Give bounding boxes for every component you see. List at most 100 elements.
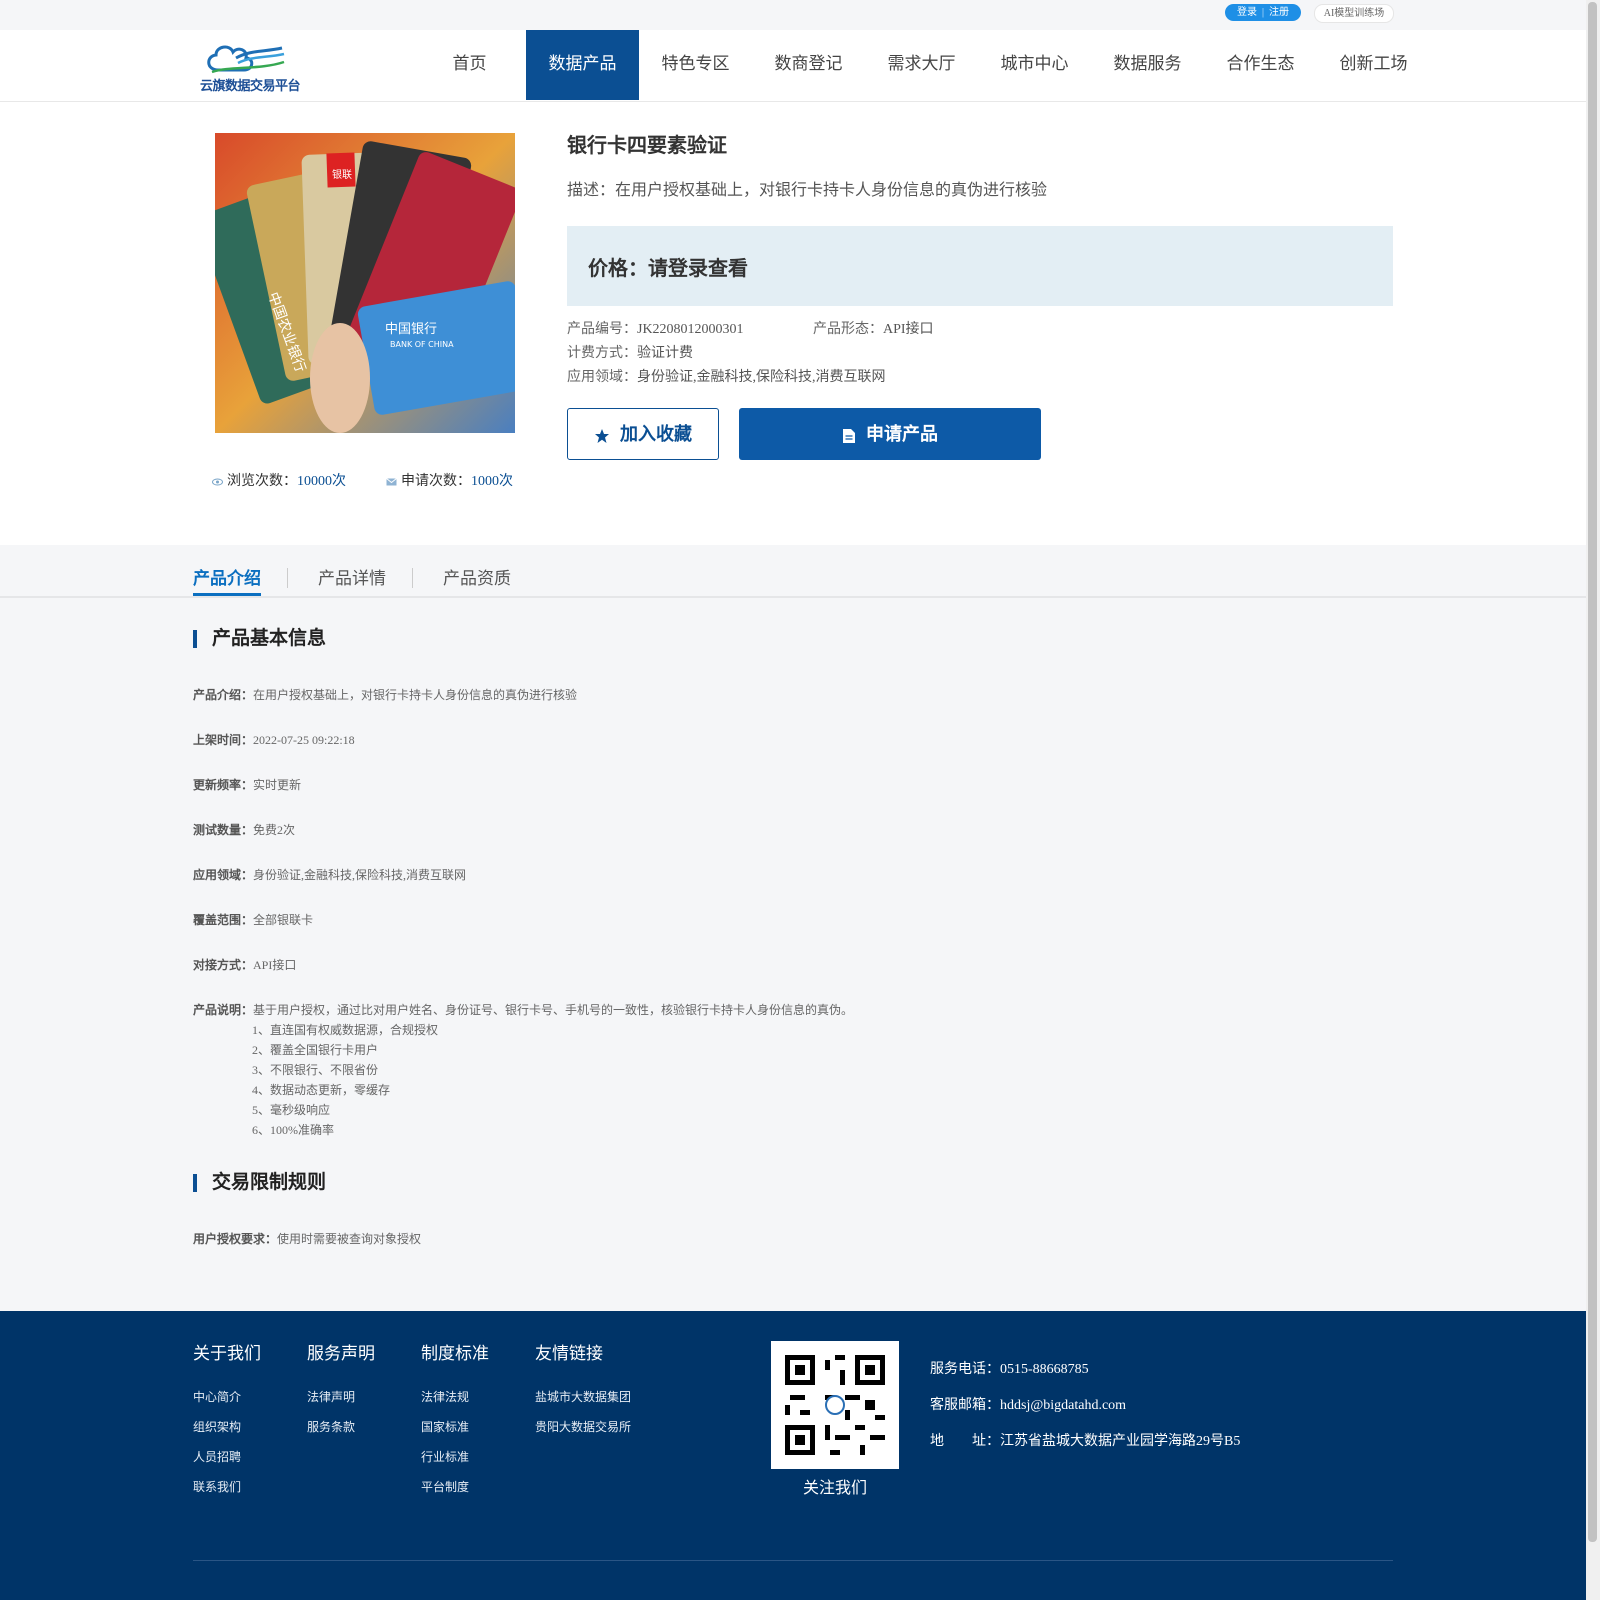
top-utility-bar: 登录 | 注册 AI模型训练场 [0, 0, 1586, 30]
page-scrollbar[interactable] [1586, 0, 1600, 1600]
tab-details[interactable]: 产品详情 [318, 564, 386, 589]
footer-link[interactable]: 法律法规 [421, 1388, 469, 1405]
contact-phone: 服务电话：0515-88668785 [930, 1358, 1089, 1378]
nav-merchant-registration[interactable]: 数商登记 [752, 30, 865, 100]
tab-qualifications[interactable]: 产品资质 [443, 564, 511, 589]
eye-icon [212, 478, 223, 486]
footer-link[interactable]: 服务条款 [307, 1418, 355, 1435]
login-link[interactable]: 登录 [1237, 7, 1257, 18]
nav-data-products[interactable]: 数据产品 [526, 30, 639, 100]
footer-heading-standards: 制度标准 [421, 1344, 489, 1363]
price-box: 价格：请登录查看 [567, 226, 1393, 306]
nav-data-services[interactable]: 数据服务 [1091, 30, 1204, 100]
basic-info-title: 产品基本信息 [193, 629, 326, 648]
tab-divider [287, 568, 288, 588]
separator: | [1261, 7, 1264, 18]
ai-training-link[interactable]: AI模型训练场 [1314, 4, 1394, 23]
footer-link[interactable]: 行业标准 [421, 1448, 469, 1465]
footer-link[interactable]: 组织架构 [193, 1418, 241, 1435]
footer-link[interactable]: 平台制度 [421, 1478, 469, 1495]
product-code-value: JK2208012000301 [637, 322, 744, 337]
info-value: 全部银联卡 [253, 913, 314, 927]
product-code: 产品编号：JK2208012000301 [567, 318, 744, 338]
apply-product-label: 申请产品 [866, 424, 938, 444]
field-label: 应用领域： [567, 370, 637, 385]
phone-value: 0515-88668785 [1000, 1362, 1089, 1377]
feature-item: 2、覆盖全国银行卡用户 [252, 1043, 379, 1057]
card-text-boc-en: BANK OF CHINA [390, 340, 454, 349]
footer-heading-about: 关于我们 [193, 1344, 261, 1363]
site-footer: 关于我们 中心简介 组织架构 人员招聘 联系我们 服务声明 法律声明 服务条款 … [0, 1311, 1586, 1600]
info-row: 上架时间：2022-07-25 09:22:18 [193, 731, 355, 748]
contact-email: 客服邮箱：hddsj@bigdatahd.com [930, 1394, 1126, 1414]
footer-link[interactable]: 中心简介 [193, 1388, 241, 1405]
tab-divider [412, 568, 413, 588]
scrollbar-thumb[interactable] [1588, 2, 1597, 1542]
info-key: 上架时间： [193, 733, 254, 747]
contact-address: 地 址：江苏省盐城大数据产业园学海路29号B5 [930, 1430, 1240, 1450]
nav-featured[interactable]: 特色专区 [639, 30, 752, 100]
apply-product-button[interactable]: 申请产品 [739, 408, 1041, 460]
nav-innovation[interactable]: 创新工场 [1317, 30, 1430, 100]
address-label: 地 址： [930, 1434, 1000, 1449]
product-code-label: 产品编号： [567, 322, 637, 337]
envelope-icon [386, 477, 397, 486]
footer-divider [193, 1560, 1393, 1561]
qr-code-icon [780, 1350, 890, 1460]
main-nav: 首页 数据产品 特色专区 数商登记 需求大厅 城市中心 数据服务 合作生态 创新… [413, 30, 1430, 100]
footer-link[interactable]: 盐城市大数据集团 [535, 1388, 631, 1405]
feature-item: 6、100%准确率 [252, 1123, 334, 1137]
nav-city-center[interactable]: 城市中心 [978, 30, 1091, 100]
product-description: 描述：在用户授权基础上，对银行卡持卡人身份信息的真伪进行核验 [567, 182, 1048, 199]
rule-key: 用户授权要求： [193, 1232, 278, 1246]
email-value[interactable]: hddsj@bigdatahd.com [1000, 1398, 1126, 1413]
tab-intro[interactable]: 产品介绍 [193, 564, 261, 596]
nav-home[interactable]: 首页 [413, 30, 526, 100]
site-logo[interactable]: 云旗数据交易平台 [200, 40, 301, 93]
nav-ecosystem[interactable]: 合作生态 [1204, 30, 1317, 100]
footer-link[interactable]: 贵阳大数据交易所 [535, 1418, 631, 1435]
footer-link[interactable]: 国家标准 [421, 1418, 469, 1435]
product-form-value: API接口 [883, 322, 934, 337]
views-stat: 浏览次数：10000次 [212, 470, 346, 490]
add-favorite-label: 加入收藏 [620, 424, 692, 444]
info-key: 覆盖范围： [193, 913, 254, 927]
billing-method: 计费方式：验证计费 [567, 342, 693, 362]
phone-label: 服务电话： [930, 1362, 1000, 1377]
info-row: 更新频率：实时更新 [193, 776, 301, 793]
feature-item: 4、数据动态更新，零缓存 [252, 1083, 391, 1097]
rule-row: 用户授权要求：使用时需要被查询对象授权 [193, 1230, 421, 1247]
info-row: 产品说明：基于用户授权，通过比对用户姓名、身份证号、银行卡号、手机号的一致性，核… [193, 1001, 853, 1018]
trade-rules-title: 交易限制规则 [193, 1173, 326, 1192]
applies-value: 1000次 [471, 474, 513, 489]
bank-cards-photo: 中国银行 BANK OF CHINA 中国农业银行 银联 [215, 133, 515, 433]
product-title: 银行卡四要素验证 [567, 135, 727, 157]
address-value: 江苏省盐城大数据产业园学海路29号B5 [1000, 1434, 1241, 1449]
add-favorite-button[interactable]: 加入收藏 [567, 408, 719, 460]
info-value: 实时更新 [253, 778, 302, 792]
info-value: 2022-07-25 09:22:18 [253, 733, 355, 747]
info-value: 身份验证,金融科技,保险科技,消费互联网 [253, 868, 467, 882]
feature-item: 5、毫秒级响应 [252, 1103, 331, 1117]
feature-item: 1、直连国有权威数据源，合规授权 [252, 1023, 439, 1037]
info-value: 免费2次 [253, 823, 296, 837]
footer-link[interactable]: 法律声明 [307, 1388, 355, 1405]
card-text-boc: 中国银行 [385, 322, 437, 337]
application-field: 应用领域：身份验证,金融科技,保险科技,消费互联网 [567, 366, 886, 386]
info-value: 在用户授权基础上，对银行卡持卡人身份信息的真伪进行核验 [253, 688, 578, 702]
product-form: 产品形态：API接口 [813, 318, 934, 338]
register-link[interactable]: 注册 [1269, 7, 1289, 18]
product-tabs: 产品介绍 产品详情 产品资质 [0, 546, 1586, 598]
info-key: 更新频率： [193, 778, 254, 792]
info-row: 覆盖范围：全部银联卡 [193, 911, 313, 928]
billing-value: 验证计费 [637, 346, 693, 361]
info-key: 测试数量： [193, 823, 254, 837]
info-row: 对接方式：API接口 [193, 956, 296, 973]
footer-link[interactable]: 人员招聘 [193, 1448, 241, 1465]
product-image: 中国银行 BANK OF CHINA 中国农业银行 银联 [215, 133, 515, 433]
price-text[interactable]: 价格：请登录查看 [588, 252, 748, 281]
footer-link[interactable]: 联系我们 [193, 1478, 241, 1495]
nav-demand-hall[interactable]: 需求大厅 [865, 30, 978, 100]
card-text-unionpay: 银联 [332, 168, 352, 181]
info-value: 基于用户授权，通过比对用户姓名、身份证号、银行卡号、手机号的一致性，核验银行卡持… [253, 1003, 854, 1017]
